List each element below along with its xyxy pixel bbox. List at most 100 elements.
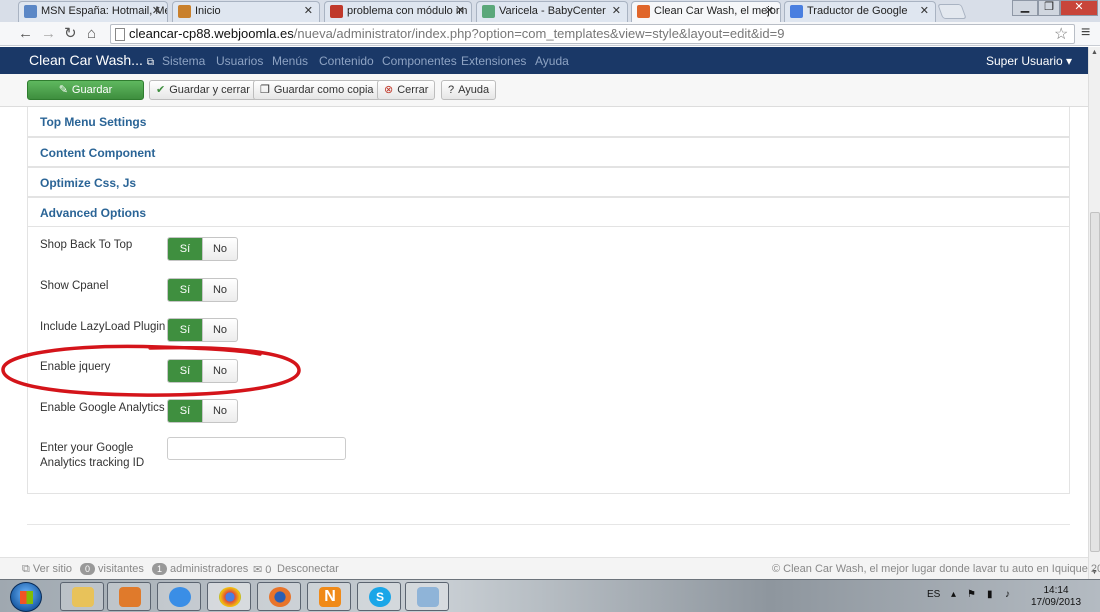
- scrollbar-thumb[interactable]: [1090, 212, 1100, 552]
- close-button[interactable]: ⊗ Cerrar: [377, 80, 436, 100]
- site-brand[interactable]: Clean Car Wash... ⧉: [29, 52, 154, 68]
- no-option[interactable]: No: [202, 238, 237, 260]
- tab-label: Inicio: [195, 5, 221, 17]
- tab-inicio[interactable]: Inicio ✕: [172, 1, 320, 22]
- tab-msn[interactable]: MSN España: Hotmail, Me ✕: [18, 1, 168, 22]
- section-content-component[interactable]: Content Component: [27, 137, 1070, 167]
- user-menu[interactable]: Super Usuario ▾: [986, 54, 1072, 68]
- save-copy-button[interactable]: ❐ Guardar como copia: [253, 80, 381, 100]
- menu-contenido[interactable]: Contenido: [319, 54, 374, 68]
- tab-problema[interactable]: problema con módulo im ✕: [324, 1, 472, 22]
- yes-option[interactable]: Sí: [168, 238, 202, 260]
- save-button[interactable]: ✎ Guardar: [27, 80, 144, 100]
- save-close-button[interactable]: ✔ Guardar y cerrar: [149, 80, 257, 100]
- menu-menus[interactable]: Menús: [272, 54, 308, 68]
- volume-icon[interactable]: ♪: [1005, 589, 1010, 600]
- bookmark-star-icon[interactable]: ☆: [1054, 24, 1068, 44]
- shop-back-to-top-label: Shop Back To Top: [40, 239, 133, 251]
- cancel-icon: ⊗: [384, 84, 394, 96]
- taskbar-media-player[interactable]: [107, 582, 151, 611]
- system-clock[interactable]: 14:14 17/09/2013: [1026, 585, 1086, 609]
- section-top-menu[interactable]: Top Menu Settings: [27, 107, 1070, 137]
- google-translate-favicon-icon: [790, 5, 803, 18]
- reload-icon[interactable]: ↻: [64, 24, 77, 43]
- forward-arrow-icon[interactable]: →: [41, 24, 56, 43]
- window-close-button[interactable]: ✕: [1060, 0, 1098, 16]
- close-icon[interactable]: ✕: [765, 2, 774, 21]
- menu-componentes[interactable]: Componentes: [382, 54, 457, 68]
- notepad-icon: [417, 587, 439, 607]
- back-arrow-icon[interactable]: ←: [18, 24, 33, 43]
- close-icon[interactable]: ✕: [304, 2, 313, 21]
- ga-tracking-id-input[interactable]: [167, 437, 346, 460]
- section-advanced[interactable]: Advanced Options: [27, 197, 1070, 227]
- close-icon[interactable]: ✕: [612, 2, 621, 21]
- no-option[interactable]: No: [202, 360, 237, 382]
- language-indicator[interactable]: ES: [927, 589, 940, 600]
- flag-icon[interactable]: ⚑: [967, 589, 976, 600]
- close-icon[interactable]: ✕: [456, 2, 465, 21]
- logout-link[interactable]: Desconectar: [277, 563, 339, 575]
- home-icon[interactable]: ⌂: [87, 24, 96, 43]
- tab-label: problema con módulo im: [347, 5, 468, 17]
- tab-varicela[interactable]: Varicela - BabyCenter ✕: [476, 1, 628, 22]
- divider: [27, 524, 1070, 525]
- brand-label: Clean Car Wash...: [29, 52, 143, 68]
- tray-expand-icon[interactable]: ▴: [951, 589, 956, 600]
- close-icon[interactable]: ✕: [152, 2, 161, 21]
- section-optimize[interactable]: Optimize Css, Js: [27, 167, 1070, 197]
- show-cpanel-toggle[interactable]: Sí No: [167, 278, 238, 302]
- help-button[interactable]: ? Ayuda: [441, 80, 497, 100]
- menu-ayuda[interactable]: Ayuda: [535, 54, 569, 68]
- network-icon[interactable]: ▮: [987, 589, 993, 600]
- forum-favicon-icon: [330, 5, 343, 18]
- include-lazyload-toggle[interactable]: Sí No: [167, 318, 238, 342]
- tab-traductor[interactable]: Traductor de Google ✕: [784, 1, 936, 22]
- no-option[interactable]: No: [202, 279, 237, 301]
- tab-clean-car-wash[interactable]: Clean Car Wash, el mejor l ✕: [631, 1, 781, 23]
- save-copy-label: Guardar como copia: [273, 84, 374, 96]
- taskbar-explorer[interactable]: [60, 582, 104, 611]
- close-icon[interactable]: ✕: [920, 2, 929, 21]
- menu-usuarios[interactable]: Usuarios: [216, 54, 263, 68]
- internet-explorer-icon: [169, 587, 191, 607]
- taskbar-skype[interactable]: S: [357, 582, 401, 611]
- enable-jquery-toggle[interactable]: Sí No: [167, 359, 238, 383]
- taskbar-internet-explorer[interactable]: [157, 582, 201, 611]
- admin-status-bar: ⧉ Ver sitio 0 visitantes 1 administradores…: [0, 557, 1100, 579]
- browser-menu-icon[interactable]: ≡: [1081, 24, 1090, 42]
- no-option[interactable]: No: [202, 319, 237, 341]
- yes-option[interactable]: Sí: [168, 319, 202, 341]
- address-bar[interactable]: cleancar-cp88.webjoomla.es/nueva/adminis…: [110, 24, 1075, 44]
- enable-jquery-label: Enable jquery: [40, 361, 111, 373]
- external-link-icon: ⧉: [146, 57, 154, 68]
- view-site-link[interactable]: ⧉ Ver sitio: [22, 563, 72, 576]
- yes-option[interactable]: Sí: [168, 279, 202, 301]
- enable-ga-toggle[interactable]: Sí No: [167, 399, 238, 423]
- taskbar-notepad[interactable]: [405, 582, 449, 611]
- skype-icon: S: [369, 587, 391, 607]
- n-app-icon: N: [319, 587, 341, 607]
- vertical-scrollbar[interactable]: ▲ ▼: [1088, 47, 1100, 579]
- start-button[interactable]: [10, 582, 42, 612]
- scroll-up-icon[interactable]: ▲: [1091, 49, 1098, 56]
- no-option[interactable]: No: [202, 400, 237, 422]
- yes-option[interactable]: Sí: [168, 400, 202, 422]
- messages-indicator[interactable]: ✉ 0: [253, 563, 271, 576]
- visitors-indicator: 0 visitantes: [80, 563, 144, 575]
- taskbar-chrome[interactable]: [207, 582, 251, 611]
- shop-back-to-top-toggle[interactable]: Sí No: [167, 237, 238, 261]
- new-tab-button[interactable]: [937, 4, 967, 19]
- view-site-label: Ver sitio: [32, 563, 73, 575]
- yes-option[interactable]: Sí: [168, 360, 202, 382]
- messages-count: 0: [265, 564, 272, 576]
- admin-header: Clean Car Wash... ⧉ Sistema Usuarios Menú…: [0, 47, 1088, 74]
- minimize-button[interactable]: ▁: [1012, 0, 1038, 16]
- maximize-button[interactable]: ❐: [1038, 0, 1060, 16]
- taskbar-n-app[interactable]: N: [307, 582, 351, 611]
- menu-extensiones[interactable]: Extensiones: [461, 54, 526, 68]
- taskbar-firefox[interactable]: [257, 582, 301, 611]
- save-label: Guardar: [71, 84, 113, 96]
- show-cpanel-label: Show Cpanel: [40, 280, 109, 292]
- menu-sistema[interactable]: Sistema: [162, 54, 205, 68]
